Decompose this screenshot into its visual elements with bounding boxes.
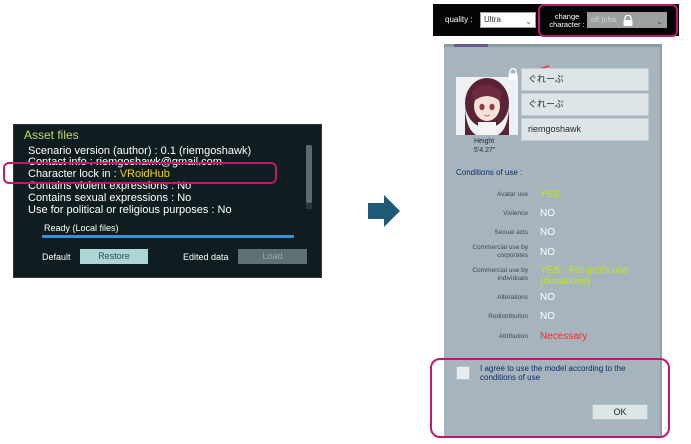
- edited-data-label: Edited data: [183, 252, 229, 262]
- status-text: Ready (Local files): [44, 223, 119, 233]
- height-label: Height: [474, 138, 495, 145]
- panel-title: Asset files: [24, 128, 79, 142]
- asset-files-panel: Asset files Scenario version (author) : …: [13, 124, 322, 278]
- quality-select[interactable]: Ultra ⌄: [480, 12, 536, 28]
- condition-value: YES - For-profit use (donations): [540, 265, 629, 287]
- sexual-expressions-line: Contains sexual expressions : No: [28, 192, 192, 204]
- author-field: riemgoshawk: [521, 118, 649, 141]
- change-character-highlight: [538, 4, 678, 37]
- avatar-thumbnail: [456, 77, 518, 135]
- condition-label: Commercial use by individuals: [472, 267, 528, 282]
- condition-label: Redistribution: [488, 313, 528, 320]
- model-name-alt-field: ぐれーぷ: [521, 93, 649, 116]
- condition-label: Attribution: [498, 333, 528, 340]
- height-value: 5'4.27": [474, 147, 496, 154]
- condition-value: NO: [540, 208, 555, 219]
- condition-value: YES: [540, 189, 561, 200]
- default-label: Default: [42, 252, 71, 262]
- load-button[interactable]: Load: [238, 249, 307, 264]
- condition-label: Sexual acts: [494, 229, 528, 236]
- agreement-highlight: [430, 358, 670, 438]
- condition-value: NO: [540, 311, 555, 322]
- condition-value: NO: [540, 227, 555, 238]
- restore-button[interactable]: Restore: [80, 249, 148, 264]
- condition-label: Avatar use: [497, 191, 528, 198]
- condition-value: NO: [540, 292, 555, 303]
- arrow-right-icon: [368, 195, 400, 227]
- condition-value: Necessary: [540, 331, 588, 342]
- condition-label: Commercial use by corporates: [472, 244, 528, 259]
- chevron-down-icon: ⌄: [525, 17, 532, 26]
- conditions-title: Conditions of use :: [456, 168, 523, 177]
- political-use-line: Use for political or religious purposes …: [28, 204, 232, 216]
- info-scrollbar-thumb[interactable]: [306, 145, 312, 203]
- model-name-field: ぐれーぷ: [521, 68, 649, 91]
- character-lock-highlight: [3, 162, 277, 184]
- quality-value: Ultra: [484, 15, 501, 24]
- condition-label: Alterations: [497, 294, 528, 301]
- condition-value: NO: [540, 247, 555, 258]
- dialog-tab-accent: [454, 44, 488, 47]
- condition-label: Violence: [503, 210, 528, 217]
- quality-label: quality :: [445, 15, 473, 24]
- progress-bar-fill: [42, 235, 294, 238]
